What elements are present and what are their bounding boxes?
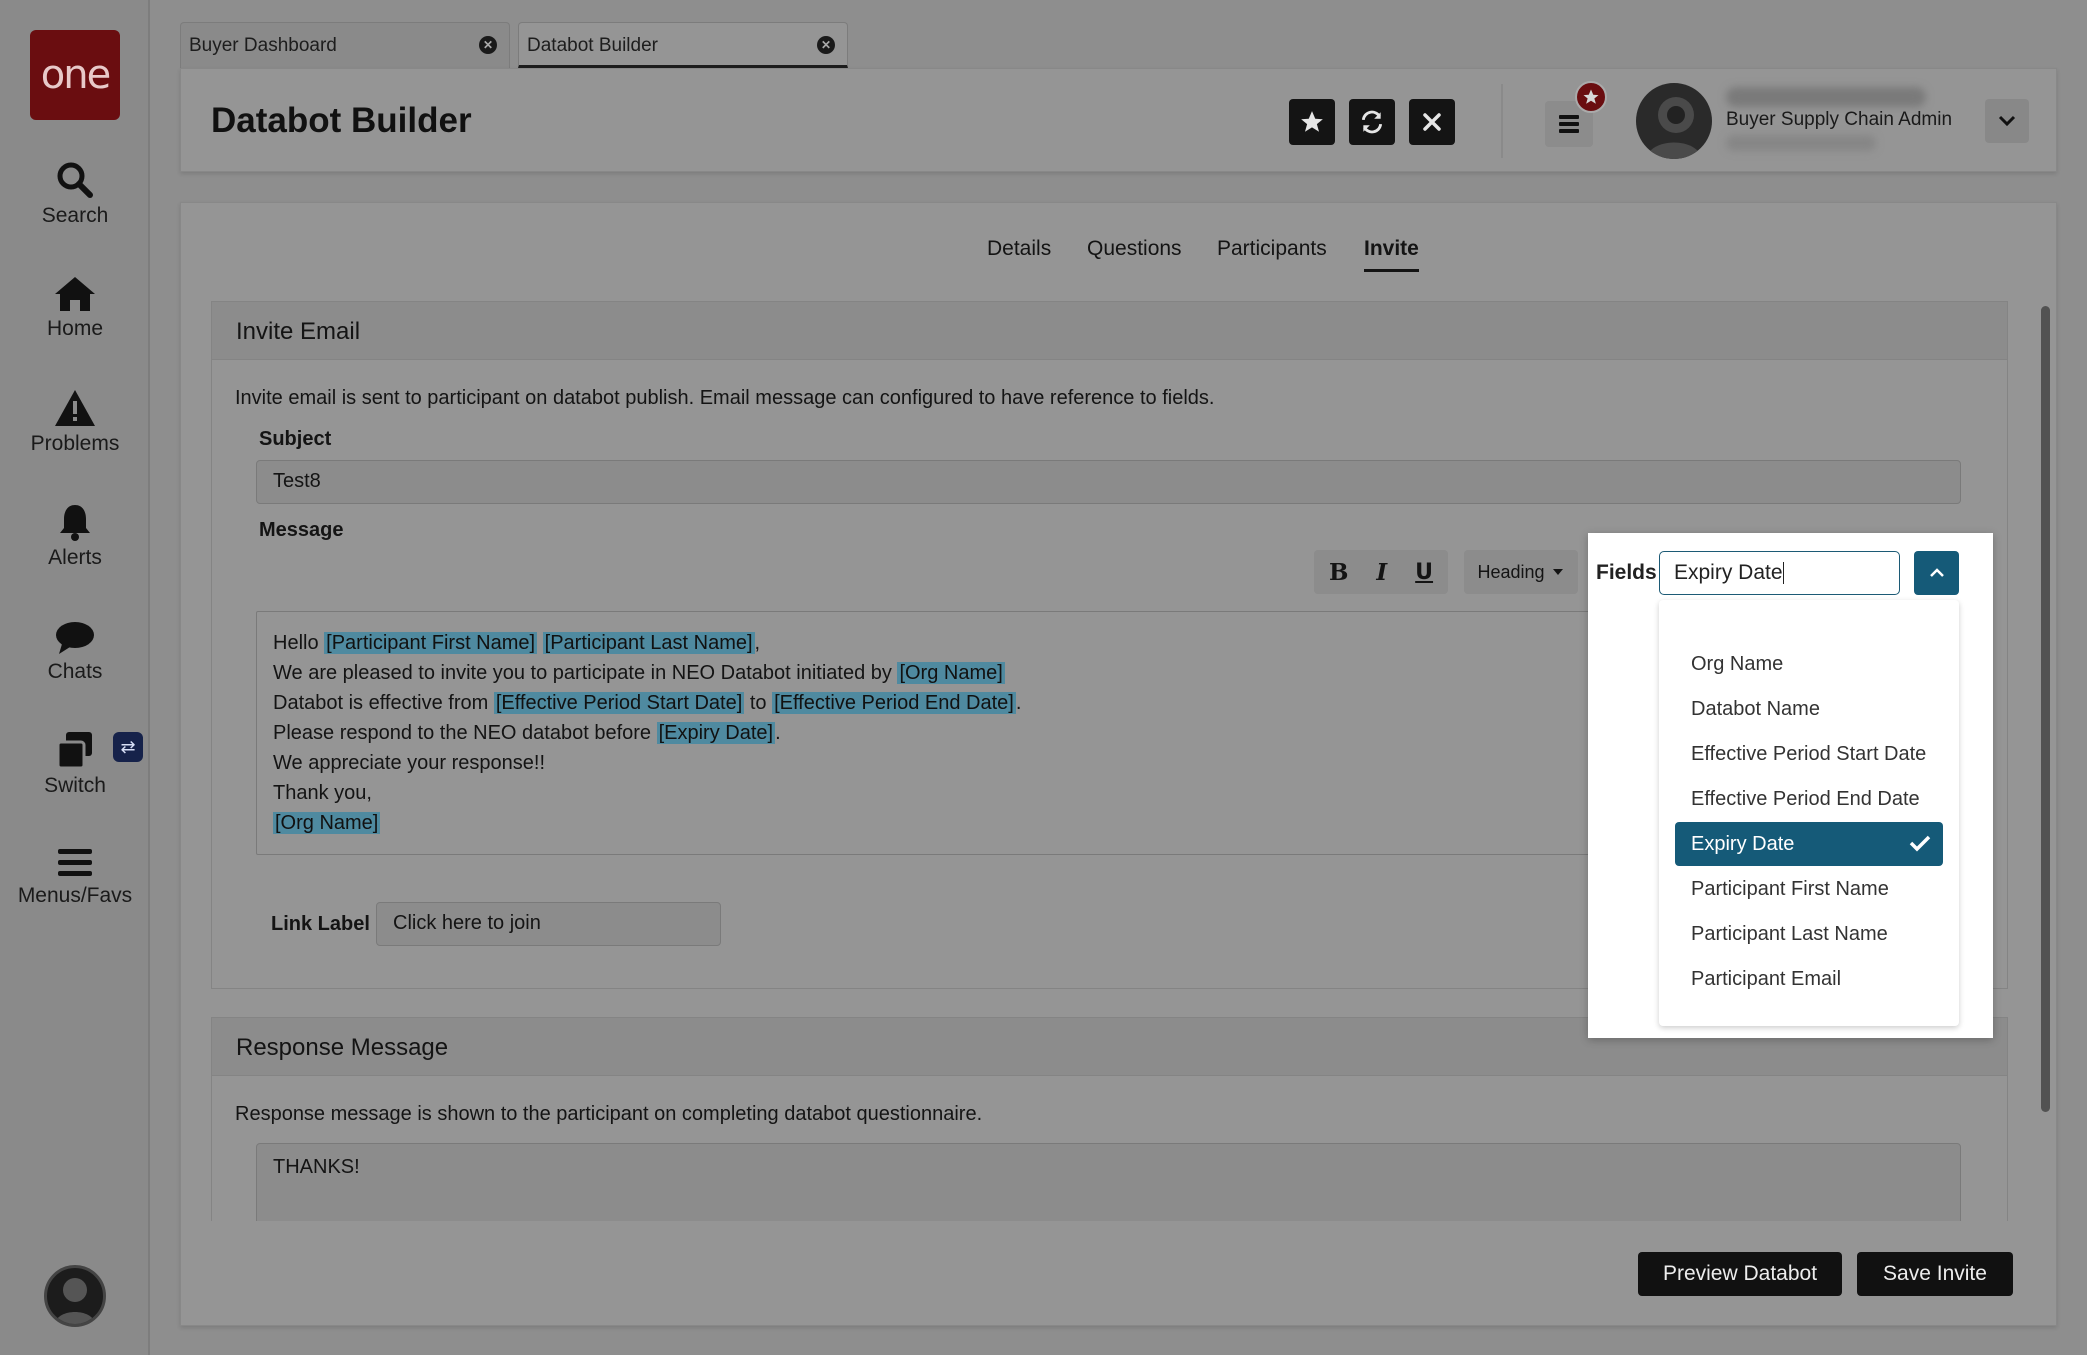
search-icon xyxy=(57,162,93,198)
avatar-icon xyxy=(55,1278,95,1324)
list-menu-icon xyxy=(1559,115,1579,133)
fields-search-input[interactable]: Expiry Date xyxy=(1659,551,1900,595)
fields-dropdown-list: Org Name Databot Name Effective Period S… xyxy=(1659,600,1959,1026)
invite-description: Invite email is sent to participant on d… xyxy=(235,387,1215,409)
save-invite-button[interactable]: Save Invite xyxy=(1857,1252,2013,1296)
underline-button[interactable]: U xyxy=(1415,560,1433,585)
page-title: Databot Builder xyxy=(211,101,472,140)
refresh-icon xyxy=(1361,110,1383,134)
field-option-participant-first-name[interactable]: Participant First Name xyxy=(1675,867,1943,911)
field-token: [Effective Period Start Date] xyxy=(493,692,745,714)
link-label-input[interactable]: Click here to join xyxy=(376,902,721,946)
field-token: [Expiry Date] xyxy=(656,722,776,744)
avatar-icon xyxy=(1646,97,1702,159)
subtab-questions[interactable]: Questions xyxy=(1087,237,1182,269)
response-description: Response message is shown to the partici… xyxy=(235,1103,983,1125)
favorite-button[interactable] xyxy=(1289,99,1335,145)
message-label: Message xyxy=(259,519,344,541)
nav-home[interactable]: Home xyxy=(0,275,150,341)
field-option-databot-name[interactable]: Databot Name xyxy=(1675,687,1943,731)
checkmark-icon xyxy=(1909,835,1931,852)
fields-popover: Fields Expiry Date Org Name Databot Name… xyxy=(1588,533,1993,1038)
close-tab-icon[interactable]: ✕ xyxy=(817,36,835,54)
chat-bubble-icon xyxy=(56,622,94,654)
subject-input[interactable]: Test8 xyxy=(256,460,1961,504)
field-token: [Participant First Name] xyxy=(324,632,538,654)
field-token: [Org Name] xyxy=(273,812,381,834)
hamburger-menu-icon xyxy=(58,849,92,876)
chevron-down-icon xyxy=(1998,115,2016,127)
subtab-invite[interactable]: Invite xyxy=(1364,237,1419,272)
heading-dropdown[interactable]: Heading xyxy=(1464,550,1578,594)
field-option-org-name[interactable]: Org Name xyxy=(1675,642,1943,686)
user-org-redacted xyxy=(1726,135,1876,151)
subtab-participants[interactable]: Participants xyxy=(1217,237,1327,269)
close-page-button[interactable] xyxy=(1409,99,1455,145)
header-divider xyxy=(1501,84,1503,158)
star-icon xyxy=(1301,111,1323,132)
nav-problems[interactable]: Problems xyxy=(0,388,150,456)
field-token: [Effective Period End Date] xyxy=(772,692,1016,714)
refresh-button[interactable] xyxy=(1349,99,1395,145)
format-button-group: B I U xyxy=(1314,550,1448,594)
subtab-details[interactable]: Details xyxy=(987,237,1051,269)
nav-search[interactable]: Search xyxy=(0,160,150,228)
field-option-effective-start[interactable]: Effective Period Start Date xyxy=(1675,732,1943,776)
fields-collapse-button[interactable] xyxy=(1914,551,1959,595)
field-option-expiry-date[interactable]: Expiry Date xyxy=(1675,822,1943,866)
page-scrollbar[interactable] xyxy=(2041,306,2050,1112)
section-heading: Invite Email xyxy=(212,302,2007,360)
link-label-label: Link Label xyxy=(271,913,370,935)
field-option-effective-end[interactable]: Effective Period End Date xyxy=(1675,777,1943,821)
tab-databot-builder[interactable]: Databot Builder ✕ xyxy=(518,22,848,68)
caret-down-icon xyxy=(1552,569,1563,575)
field-token: [Participant Last Name] xyxy=(542,632,755,654)
tab-buyer-dashboard[interactable]: Buyer Dashboard ✕ xyxy=(180,22,510,68)
star-badge-icon xyxy=(1583,89,1599,104)
switch-badge-icon[interactable]: ⇄ xyxy=(113,732,143,762)
nav-menus-favs[interactable]: Menus/Favs xyxy=(0,846,150,908)
warning-icon xyxy=(55,390,95,426)
bold-button[interactable]: B xyxy=(1329,559,1348,586)
nav-alerts[interactable]: Alerts xyxy=(0,502,150,570)
text-cursor xyxy=(1782,562,1784,585)
nav-chats[interactable]: Chats xyxy=(0,620,150,684)
fields-label: Fields xyxy=(1596,561,1657,584)
user-name-redacted xyxy=(1726,87,1926,107)
preview-databot-button[interactable]: Preview Databot xyxy=(1638,1252,1842,1296)
subject-label: Subject xyxy=(259,428,332,450)
notification-badge[interactable] xyxy=(1575,81,1607,113)
user-role: Buyer Supply Chain Admin xyxy=(1726,109,1953,130)
close-icon xyxy=(1423,113,1441,131)
user-avatar[interactable] xyxy=(1636,83,1712,159)
field-option-participant-email[interactable]: Participant Email xyxy=(1675,957,1943,1001)
bell-icon xyxy=(60,505,90,541)
home-icon xyxy=(55,277,95,311)
user-menu-toggle[interactable] xyxy=(1985,99,2029,143)
chevron-up-icon xyxy=(1929,568,1944,577)
italic-button[interactable]: I xyxy=(1376,559,1387,586)
field-token: [Org Name] xyxy=(897,662,1005,684)
nav-user-avatar[interactable] xyxy=(44,1265,106,1327)
close-tab-icon[interactable]: ✕ xyxy=(479,36,497,54)
left-nav: one Search Home Problems Alerts Chats Sw… xyxy=(0,0,150,1355)
field-option-participant-last-name[interactable]: Participant Last Name xyxy=(1675,912,1943,956)
page-header: Databot Builder Buyer Supply Chain Admin xyxy=(180,68,2057,172)
app-logo[interactable]: one xyxy=(30,30,120,120)
switch-windows-icon xyxy=(56,732,92,770)
